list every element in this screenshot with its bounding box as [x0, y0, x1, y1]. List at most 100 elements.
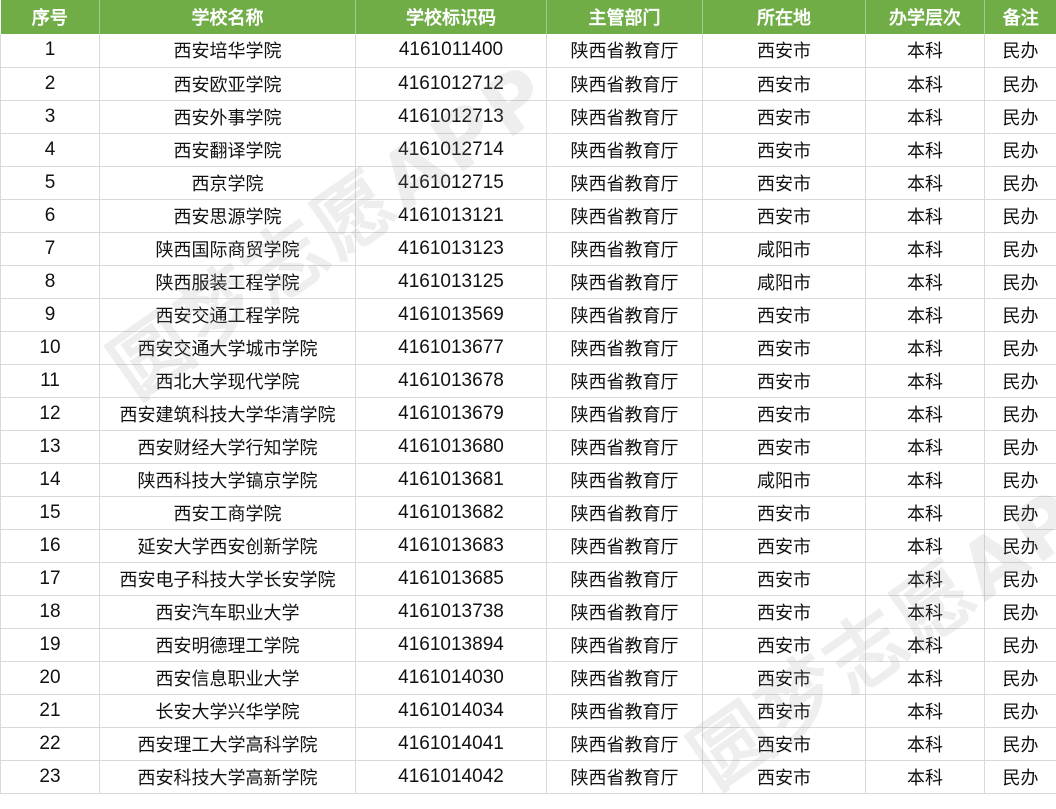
table-body: 1西安培华学院4161011400陕西省教育厅西安市本科民办2西安欧亚学院416…: [1, 34, 1056, 793]
cell-location: 西安市: [703, 166, 866, 199]
table-row: 21长安大学兴华学院4161014034陕西省教育厅西安市本科民办: [1, 694, 1056, 727]
cell-department: 陕西省教育厅: [547, 595, 703, 628]
cell-location: 西安市: [703, 34, 866, 67]
cell-school-code: 4161014034: [356, 694, 547, 727]
cell-index: 19: [1, 628, 100, 661]
cell-school-code: 4161013681: [356, 463, 547, 496]
table-row: 11西北大学现代学院4161013678陕西省教育厅西安市本科民办: [1, 364, 1056, 397]
cell-department: 陕西省教育厅: [547, 430, 703, 463]
cell-level: 本科: [866, 496, 985, 529]
cell-remark: 民办: [985, 727, 1056, 760]
cell-level: 本科: [866, 529, 985, 562]
cell-school-name: 陕西科技大学镐京学院: [100, 463, 356, 496]
cell-level: 本科: [866, 760, 985, 793]
cell-level: 本科: [866, 694, 985, 727]
cell-department: 陕西省教育厅: [547, 166, 703, 199]
cell-school-name: 西安思源学院: [100, 199, 356, 232]
cell-school-name: 西安工商学院: [100, 496, 356, 529]
table-row: 1西安培华学院4161011400陕西省教育厅西安市本科民办: [1, 34, 1056, 67]
cell-school-name: 延安大学西安创新学院: [100, 529, 356, 562]
cell-remark: 民办: [985, 166, 1056, 199]
cell-index: 6: [1, 199, 100, 232]
cell-school-code: 4161014030: [356, 661, 547, 694]
header-index: 序号: [1, 0, 100, 34]
cell-school-code: 4161012714: [356, 133, 547, 166]
cell-department: 陕西省教育厅: [547, 727, 703, 760]
table-row: 16延安大学西安创新学院4161013683陕西省教育厅西安市本科民办: [1, 529, 1056, 562]
cell-school-code: 4161013680: [356, 430, 547, 463]
header-department: 主管部门: [547, 0, 703, 34]
cell-department: 陕西省教育厅: [547, 100, 703, 133]
cell-level: 本科: [866, 265, 985, 298]
cell-school-name: 西安外事学院: [100, 100, 356, 133]
cell-index: 16: [1, 529, 100, 562]
cell-level: 本科: [866, 166, 985, 199]
cell-location: 西安市: [703, 133, 866, 166]
cell-location: 咸阳市: [703, 463, 866, 496]
cell-school-code: 4161013569: [356, 298, 547, 331]
cell-department: 陕西省教育厅: [547, 331, 703, 364]
cell-department: 陕西省教育厅: [547, 496, 703, 529]
schools-table: 序号 学校名称 学校标识码 主管部门 所在地 办学层次 备注 1西安培华学院41…: [0, 0, 1056, 794]
cell-level: 本科: [866, 628, 985, 661]
cell-school-name: 西安翻译学院: [100, 133, 356, 166]
cell-level: 本科: [866, 364, 985, 397]
cell-level: 本科: [866, 661, 985, 694]
cell-school-name: 西安财经大学行知学院: [100, 430, 356, 463]
cell-location: 西安市: [703, 760, 866, 793]
table-row: 10西安交通大学城市学院4161013677陕西省教育厅西安市本科民办: [1, 331, 1056, 364]
cell-index: 9: [1, 298, 100, 331]
cell-department: 陕西省教育厅: [547, 562, 703, 595]
cell-school-name: 西安信息职业大学: [100, 661, 356, 694]
cell-level: 本科: [866, 595, 985, 628]
table-row: 18西安汽车职业大学4161013738陕西省教育厅西安市本科民办: [1, 595, 1056, 628]
cell-school-code: 4161014041: [356, 727, 547, 760]
table-row: 13西安财经大学行知学院4161013680陕西省教育厅西安市本科民办: [1, 430, 1056, 463]
cell-department: 陕西省教育厅: [547, 67, 703, 100]
cell-department: 陕西省教育厅: [547, 628, 703, 661]
cell-school-code: 4161013121: [356, 199, 547, 232]
table-row: 12西安建筑科技大学华清学院4161013679陕西省教育厅西安市本科民办: [1, 397, 1056, 430]
table-row: 9西安交通工程学院4161013569陕西省教育厅西安市本科民办: [1, 298, 1056, 331]
cell-school-name: 西安汽车职业大学: [100, 595, 356, 628]
cell-location: 西安市: [703, 727, 866, 760]
cell-school-name: 长安大学兴华学院: [100, 694, 356, 727]
cell-school-name: 西北大学现代学院: [100, 364, 356, 397]
cell-school-code: 4161013679: [356, 397, 547, 430]
cell-remark: 民办: [985, 298, 1056, 331]
cell-location: 西安市: [703, 595, 866, 628]
cell-index: 1: [1, 34, 100, 67]
cell-school-code: 4161013683: [356, 529, 547, 562]
cell-level: 本科: [866, 67, 985, 100]
cell-index: 20: [1, 661, 100, 694]
cell-school-code: 4161013738: [356, 595, 547, 628]
cell-index: 2: [1, 67, 100, 100]
cell-school-code: 4161013677: [356, 331, 547, 364]
cell-level: 本科: [866, 397, 985, 430]
cell-department: 陕西省教育厅: [547, 364, 703, 397]
cell-school-code: 4161012713: [356, 100, 547, 133]
cell-location: 西安市: [703, 562, 866, 595]
cell-index: 10: [1, 331, 100, 364]
header-level: 办学层次: [866, 0, 985, 34]
table-row: 20西安信息职业大学4161014030陕西省教育厅西安市本科民办: [1, 661, 1056, 694]
table-row: 19西安明德理工学院4161013894陕西省教育厅西安市本科民办: [1, 628, 1056, 661]
cell-department: 陕西省教育厅: [547, 199, 703, 232]
cell-index: 12: [1, 397, 100, 430]
cell-index: 14: [1, 463, 100, 496]
cell-department: 陕西省教育厅: [547, 232, 703, 265]
cell-remark: 民办: [985, 265, 1056, 298]
cell-index: 7: [1, 232, 100, 265]
cell-department: 陕西省教育厅: [547, 694, 703, 727]
cell-school-code: 4161011400: [356, 34, 547, 67]
cell-school-code: 4161012715: [356, 166, 547, 199]
cell-level: 本科: [866, 199, 985, 232]
cell-index: 18: [1, 595, 100, 628]
cell-school-code: 4161014042: [356, 760, 547, 793]
cell-remark: 民办: [985, 397, 1056, 430]
cell-location: 西安市: [703, 430, 866, 463]
cell-level: 本科: [866, 133, 985, 166]
cell-department: 陕西省教育厅: [547, 34, 703, 67]
header-row: 序号 学校名称 学校标识码 主管部门 所在地 办学层次 备注: [1, 0, 1056, 34]
cell-department: 陕西省教育厅: [547, 133, 703, 166]
